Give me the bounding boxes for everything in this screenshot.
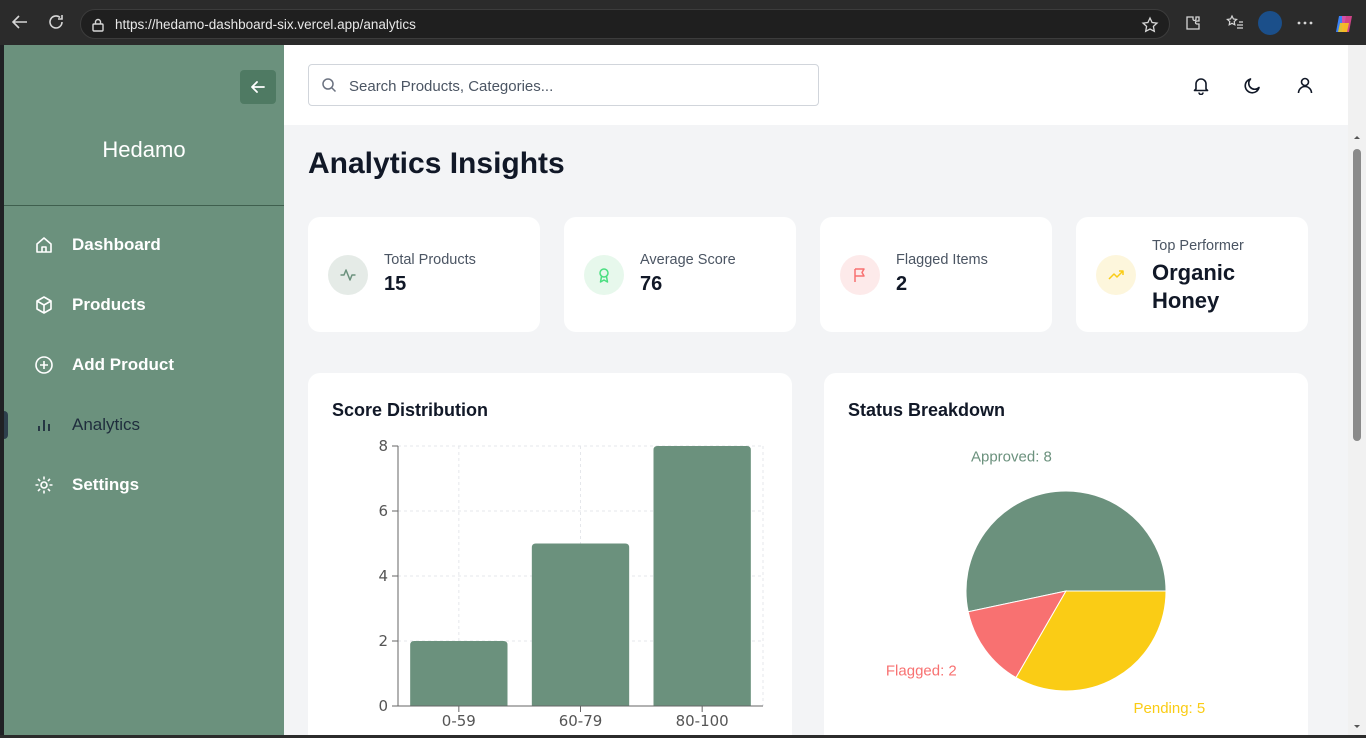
- page-title: Analytics Insights: [308, 147, 565, 180]
- topbar: [284, 45, 1348, 125]
- profile-avatar-icon[interactable]: [1258, 11, 1282, 35]
- pie-slice-label: Pending: 5: [1134, 700, 1206, 717]
- stat-label: Average Score: [640, 252, 736, 268]
- stat-card-total-products: Total Products 15: [308, 217, 540, 332]
- status-breakdown-chart: Approved: 8 Flagged: 2 Pending: 5: [886, 449, 1206, 717]
- stat-card-flagged-items: Flagged Items 2: [820, 217, 1052, 332]
- chart-bar: [410, 641, 508, 706]
- sidebar-item-label: Dashboard: [72, 235, 161, 254]
- reload-icon[interactable]: [46, 12, 66, 32]
- search-box: [308, 64, 819, 106]
- search-icon: [321, 77, 337, 97]
- brand-name: Hedamo: [102, 137, 186, 162]
- active-nav-marker: [4, 411, 8, 439]
- url-text: https://hedamo-dashboard-six.vercel.app/…: [115, 17, 416, 32]
- y-tick-label: 2: [378, 632, 388, 650]
- back-arrow-icon[interactable]: [10, 12, 30, 32]
- home-icon: [32, 233, 56, 257]
- sidebar-item-label: Products: [72, 295, 146, 314]
- chart-bar: [653, 446, 751, 706]
- stat-card-top-performer: Top Performer Organic Honey: [1076, 217, 1308, 332]
- browser-toolbar: https://hedamo-dashboard-six.vercel.app/…: [0, 0, 1366, 45]
- sidebar-item-label: Analytics: [72, 415, 141, 434]
- sidebar: Hedamo Dashboard Products Add Product An…: [4, 45, 284, 735]
- x-tick-label: 60-79: [559, 712, 603, 730]
- status-breakdown-panel: Status Breakdown Approved: 8 Flagged: 2 Pe…: [824, 373, 1308, 735]
- stat-value: 76: [640, 273, 663, 295]
- pie-slice-label: Flagged: 2: [886, 662, 957, 679]
- lock-icon: [91, 17, 105, 37]
- favorite-star-icon[interactable]: [1141, 16, 1159, 38]
- user-icon[interactable]: [1294, 74, 1316, 96]
- sidebar-item-label: Settings: [72, 475, 140, 494]
- stat-card-average-score: Average Score 76: [564, 217, 796, 332]
- sidebar-item-products[interactable]: Products: [32, 290, 272, 320]
- collapse-sidebar-button[interactable]: [240, 70, 276, 104]
- extensions-icon[interactable]: [1184, 14, 1202, 32]
- more-options-icon[interactable]: [1296, 14, 1314, 32]
- search-input[interactable]: [349, 75, 799, 97]
- bar-chart-icon: [32, 413, 56, 437]
- arrow-left-icon: [251, 81, 265, 93]
- y-tick-label: 8: [378, 437, 388, 455]
- sidebar-item-dashboard[interactable]: Dashboard: [32, 230, 272, 260]
- sidebar-item-label: Add Product: [72, 355, 174, 374]
- x-tick-label: 80-100: [676, 712, 729, 730]
- x-tick-label: 0-59: [442, 712, 476, 730]
- main-content: Analytics Insights Total Products 15 Ave…: [284, 125, 1348, 735]
- stat-label: Total Products: [384, 252, 476, 268]
- chart-bar: [531, 543, 630, 706]
- sidebar-item-add-product[interactable]: Add Product: [32, 350, 272, 380]
- flag-icon: [840, 255, 880, 295]
- scroll-thumb[interactable]: [1353, 149, 1361, 441]
- moon-icon[interactable]: [1242, 74, 1264, 96]
- favorites-list-icon[interactable]: [1226, 14, 1244, 32]
- score-distribution-panel: Score Distribution 0 2 4 6 8 0-59 60-79 80-100: [308, 373, 792, 735]
- y-tick-label: 6: [378, 502, 388, 520]
- trending-up-icon: [1096, 255, 1136, 295]
- scroll-up-icon[interactable]: [1348, 131, 1366, 143]
- y-tick-label: 0: [378, 697, 388, 715]
- score-distribution-chart: 0 2 4 6 8 0-59 60-79 80-100: [378, 437, 764, 730]
- stat-value: 2: [896, 273, 908, 295]
- sidebar-item-settings[interactable]: Settings: [32, 470, 272, 500]
- gear-icon: [32, 473, 56, 497]
- stat-value: Organic Honey: [1152, 260, 1236, 313]
- plus-circle-icon: [32, 353, 56, 377]
- award-icon: [584, 255, 624, 295]
- address-bar[interactable]: https://hedamo-dashboard-six.vercel.app/…: [80, 9, 1170, 39]
- app-page: Hedamo Dashboard Products Add Product An…: [4, 45, 1348, 735]
- stat-value: 15: [384, 273, 407, 295]
- y-tick-label: 4: [378, 567, 388, 585]
- pie-slice-label: Approved: 8: [971, 449, 1052, 466]
- activity-icon: [328, 255, 368, 295]
- sidebar-item-analytics[interactable]: Analytics: [32, 410, 272, 440]
- scroll-down-icon[interactable]: [1348, 721, 1366, 733]
- box-icon: [32, 293, 56, 317]
- sidebar-divider: [4, 205, 284, 206]
- copilot-icon[interactable]: [1333, 13, 1355, 35]
- bell-icon[interactable]: [1190, 74, 1212, 96]
- stat-label: Flagged Items: [896, 252, 988, 268]
- page-scrollbar[interactable]: [1348, 45, 1366, 735]
- stat-label: Top Performer: [1152, 238, 1244, 254]
